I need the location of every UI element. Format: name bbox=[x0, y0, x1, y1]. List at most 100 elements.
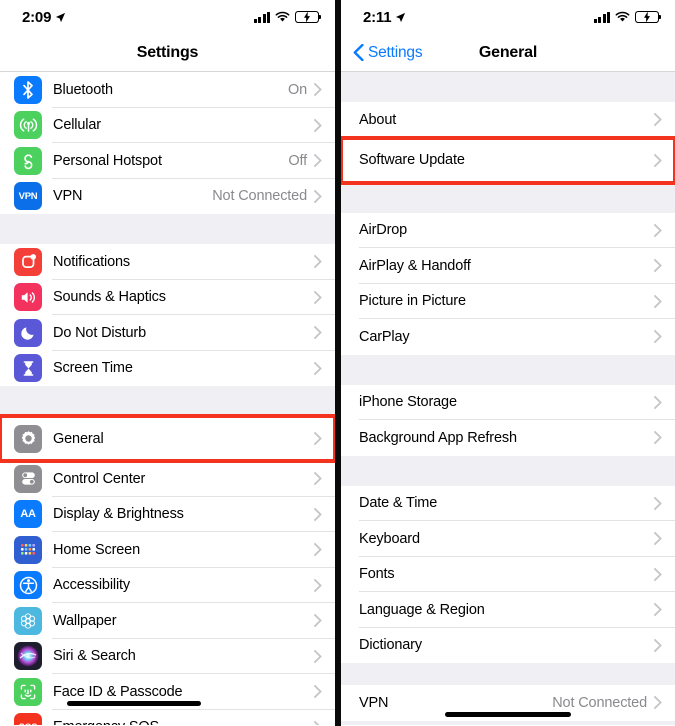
settings-list-right[interactable]: About Software Update AirDrop AirPlay & … bbox=[341, 72, 675, 725]
general-row-iphone-storage[interactable]: iPhone Storage bbox=[341, 384, 675, 420]
chevron-right-icon bbox=[314, 154, 322, 168]
chevron-right-icon bbox=[654, 431, 662, 445]
home-indicator-right bbox=[445, 712, 571, 717]
settings-label: Display & Brightness bbox=[53, 506, 184, 523]
settings-row-screen-time[interactable]: Screen Time bbox=[0, 350, 335, 386]
settings-label: Wallpaper bbox=[53, 612, 117, 629]
wifi-icon bbox=[275, 11, 290, 22]
bluetooth-icon bbox=[14, 75, 42, 104]
chevron-right-icon bbox=[314, 118, 322, 132]
section-gap bbox=[0, 386, 335, 416]
dual-screenshot-container: 2:09 Settings Bluetooth On Cellular Pers… bbox=[0, 0, 675, 726]
chevron-right-icon bbox=[654, 567, 662, 581]
settings-row-sounds-haptics[interactable]: Sounds & Haptics bbox=[0, 279, 335, 315]
back-button-label: Settings bbox=[368, 43, 423, 61]
settings-label: Cellular bbox=[53, 117, 101, 134]
general-row-date-time[interactable]: Date & Time bbox=[341, 485, 675, 521]
settings-label: AirPlay & Handoff bbox=[359, 257, 471, 274]
chevron-right-icon bbox=[654, 294, 662, 308]
status-time-text: 2:11 bbox=[363, 8, 392, 26]
chevron-right-icon bbox=[314, 543, 322, 557]
chevron-right-icon bbox=[314, 472, 322, 486]
settings-label: Keyboard bbox=[359, 530, 420, 547]
location-arrow-icon bbox=[396, 12, 406, 22]
settings-label: Screen Time bbox=[53, 360, 133, 377]
wallpaper-icon bbox=[14, 606, 42, 635]
vpn-icon: VPN bbox=[14, 182, 42, 211]
chevron-right-icon bbox=[654, 153, 662, 167]
settings-row-bluetooth[interactable]: Bluetooth On bbox=[0, 72, 335, 108]
settings-label: iPhone Storage bbox=[359, 394, 457, 411]
settings-row-cellular[interactable]: Cellular bbox=[0, 107, 335, 143]
chevron-right-icon bbox=[654, 603, 662, 617]
general-row-about[interactable]: About bbox=[341, 102, 675, 138]
general-group-sharing: AirDrop AirPlay & Handoff Picture in Pic… bbox=[341, 212, 675, 355]
general-gear-icon bbox=[14, 424, 42, 453]
settings-label: Bluetooth bbox=[53, 81, 113, 98]
emergency-sos-icon: SOS bbox=[14, 713, 42, 725]
general-row-keyboard[interactable]: Keyboard bbox=[341, 521, 675, 557]
display-brightness-icon: AA bbox=[14, 500, 42, 529]
cellular-icon bbox=[14, 111, 42, 140]
chevron-right-icon bbox=[654, 395, 662, 409]
settings-row-siri-search[interactable]: Siri & Search bbox=[0, 638, 335, 674]
settings-label: General bbox=[53, 430, 104, 447]
chevron-right-icon bbox=[314, 507, 322, 521]
general-row-language-region[interactable]: Language & Region bbox=[341, 592, 675, 628]
nav-bar-left: Settings bbox=[0, 34, 335, 72]
sounds-haptics-icon bbox=[14, 283, 42, 312]
general-row-software-update[interactable]: Software Update bbox=[341, 135, 675, 185]
left-phone-screen: 2:09 Settings Bluetooth On Cellular Pers… bbox=[0, 0, 335, 726]
settings-row-general[interactable]: General bbox=[0, 414, 335, 463]
general-row-airplay-handoff[interactable]: AirPlay & Handoff bbox=[341, 248, 675, 284]
settings-row-home-screen[interactable]: Home Screen bbox=[0, 532, 335, 568]
page-title-left: Settings bbox=[136, 43, 199, 61]
face-id-icon bbox=[14, 677, 42, 706]
settings-label: About bbox=[359, 111, 397, 128]
settings-value: Not Connected bbox=[552, 694, 647, 711]
chevron-right-icon bbox=[314, 290, 322, 304]
right-phone-screen: 2:11 Settings General About Software Upd… bbox=[341, 0, 675, 726]
general-row-carplay[interactable]: CarPlay bbox=[341, 319, 675, 355]
settings-label: VPN bbox=[359, 694, 389, 711]
settings-row-control-center[interactable]: Control Center bbox=[0, 461, 335, 497]
home-screen-icon bbox=[14, 535, 42, 564]
notifications-icon bbox=[14, 247, 42, 276]
status-time-text: 2:09 bbox=[22, 8, 52, 26]
chevron-right-icon bbox=[314, 685, 322, 699]
settings-list-left[interactable]: Bluetooth On Cellular Personal Hotspot O… bbox=[0, 72, 335, 725]
settings-row-do-not-disturb[interactable]: Do Not Disturb bbox=[0, 315, 335, 351]
settings-label: Home Screen bbox=[53, 541, 140, 558]
general-row-fonts[interactable]: Fonts bbox=[341, 556, 675, 592]
chevron-right-icon bbox=[654, 696, 662, 710]
siri-icon bbox=[14, 642, 42, 671]
settings-label: Accessibility bbox=[53, 577, 131, 594]
settings-row-personal-hotspot[interactable]: Personal Hotspot Off bbox=[0, 143, 335, 179]
settings-row-notifications[interactable]: Notifications bbox=[0, 244, 335, 280]
chevron-left-icon bbox=[353, 44, 364, 61]
section-gap bbox=[0, 214, 335, 244]
settings-label: Language & Region bbox=[359, 601, 485, 618]
settings-group-notifications: Notifications Sounds & Haptics Do Not Di… bbox=[0, 244, 335, 386]
settings-label: Siri & Search bbox=[53, 648, 136, 665]
settings-row-wallpaper[interactable]: Wallpaper bbox=[0, 603, 335, 639]
general-row-picture-in-picture[interactable]: Picture in Picture bbox=[341, 283, 675, 319]
chevron-right-icon bbox=[314, 578, 322, 592]
section-gap bbox=[341, 663, 675, 685]
settings-row-display-brightness[interactable]: AA Display & Brightness bbox=[0, 496, 335, 532]
settings-value: Not Connected bbox=[212, 188, 307, 205]
general-row-background-app-refresh[interactable]: Background App Refresh bbox=[341, 420, 675, 456]
chevron-right-icon bbox=[314, 720, 320, 725]
back-button-settings[interactable]: Settings bbox=[353, 43, 423, 62]
settings-row-accessibility[interactable]: Accessibility bbox=[0, 567, 335, 603]
status-indicators-right bbox=[593, 11, 662, 23]
chevron-right-icon bbox=[654, 532, 662, 546]
settings-label: CarPlay bbox=[359, 328, 410, 345]
general-row-airdrop[interactable]: AirDrop bbox=[341, 212, 675, 248]
chevron-right-icon bbox=[654, 259, 662, 273]
settings-row-vpn[interactable]: VPN VPN Not Connected bbox=[0, 178, 335, 214]
personal-hotspot-icon bbox=[14, 146, 42, 175]
general-row-dictionary[interactable]: Dictionary bbox=[341, 627, 675, 663]
nav-bar-right: Settings General bbox=[341, 34, 675, 72]
settings-row-emergency-sos[interactable]: SOS Emergency SOS bbox=[0, 709, 335, 725]
